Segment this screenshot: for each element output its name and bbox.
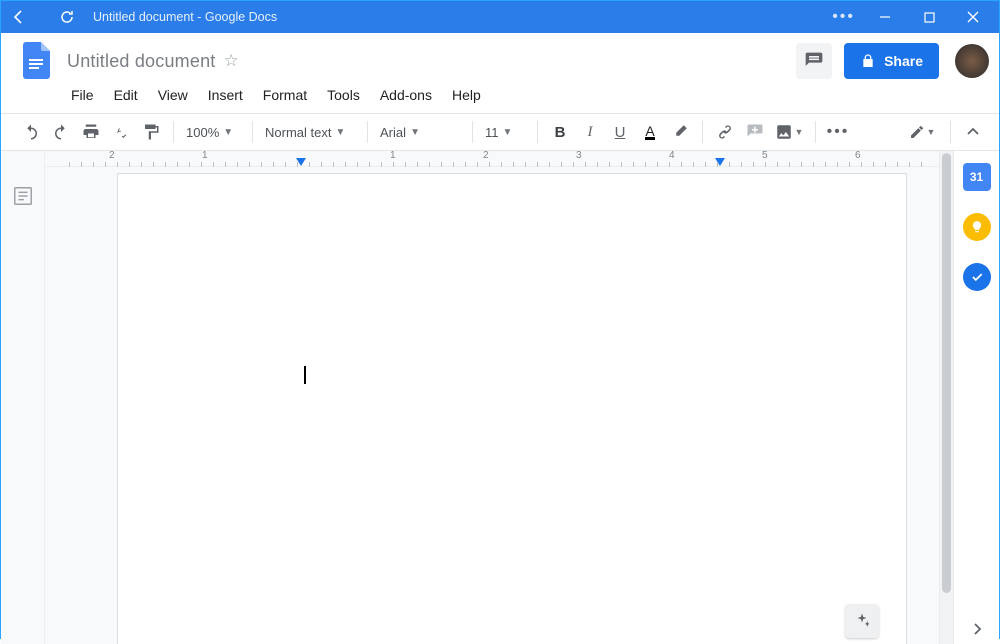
editing-mode-button[interactable]: ▼ bbox=[902, 118, 942, 146]
font-select[interactable]: Arial▼ bbox=[376, 118, 464, 146]
docs-logo-icon[interactable] bbox=[17, 41, 57, 81]
refresh-button[interactable] bbox=[53, 3, 81, 31]
add-comment-button[interactable] bbox=[741, 118, 769, 146]
document-title-input[interactable]: Untitled document bbox=[67, 51, 215, 72]
text-cursor bbox=[304, 366, 306, 384]
minimize-button[interactable] bbox=[863, 1, 907, 33]
menu-tools[interactable]: Tools bbox=[319, 83, 368, 107]
canvas-area: 2 1 1 2 3 4 5 6 bbox=[45, 151, 939, 644]
redo-button[interactable] bbox=[47, 118, 75, 146]
ruler-label: 6 bbox=[855, 151, 861, 161]
side-keep-button[interactable] bbox=[963, 213, 991, 241]
open-comments-button[interactable] bbox=[796, 43, 832, 79]
menu-file[interactable]: File bbox=[63, 83, 102, 107]
left-gutter bbox=[1, 151, 45, 644]
vertical-scrollbar[interactable] bbox=[939, 151, 953, 644]
window-titlebar: Untitled document - Google Docs ••• bbox=[1, 1, 999, 33]
maximize-button[interactable] bbox=[907, 1, 951, 33]
docs-header: Untitled document ☆ Share bbox=[1, 33, 999, 81]
font-size-select[interactable]: 11▼ bbox=[481, 118, 529, 146]
side-panel: 31 bbox=[953, 151, 999, 644]
workspace: 2 1 1 2 3 4 5 6 31 bbox=[1, 151, 999, 644]
document-page[interactable] bbox=[117, 173, 907, 644]
ruler-label: 2 bbox=[109, 151, 115, 161]
ruler-label: 2 bbox=[483, 151, 489, 161]
zoom-select[interactable]: 100%▼ bbox=[182, 118, 244, 146]
account-avatar[interactable] bbox=[955, 44, 989, 78]
ruler-label: 1 bbox=[390, 151, 396, 161]
ruler-label: 5 bbox=[762, 151, 768, 161]
star-icon[interactable]: ☆ bbox=[223, 51, 238, 71]
hide-menus-button[interactable] bbox=[959, 118, 987, 146]
side-panel-toggle[interactable] bbox=[970, 622, 984, 636]
bold-button[interactable]: B bbox=[546, 118, 574, 146]
horizontal-ruler[interactable]: 2 1 1 2 3 4 5 6 bbox=[45, 151, 939, 167]
side-calendar-button[interactable]: 31 bbox=[963, 163, 991, 191]
ruler-label: 4 bbox=[669, 151, 675, 161]
more-tools-button[interactable]: ••• bbox=[824, 118, 852, 146]
underline-button[interactable]: U bbox=[606, 118, 634, 146]
menu-edit[interactable]: Edit bbox=[106, 83, 146, 107]
undo-button[interactable] bbox=[17, 118, 45, 146]
side-tasks-button[interactable] bbox=[963, 263, 991, 291]
spellcheck-button[interactable] bbox=[107, 118, 135, 146]
ruler-label: 1 bbox=[202, 151, 208, 161]
ruler-label: 3 bbox=[576, 151, 582, 161]
scrollbar-thumb[interactable] bbox=[942, 153, 951, 593]
print-button[interactable] bbox=[77, 118, 105, 146]
insert-image-button[interactable]: ▼ bbox=[771, 118, 807, 146]
explore-button[interactable] bbox=[845, 604, 879, 638]
window-title: Untitled document - Google Docs bbox=[93, 10, 277, 24]
italic-button[interactable]: I bbox=[576, 118, 604, 146]
insert-link-button[interactable] bbox=[711, 118, 739, 146]
menu-bar: File Edit View Insert Format Tools Add-o… bbox=[1, 81, 999, 113]
back-button[interactable] bbox=[5, 3, 33, 31]
menu-addons[interactable]: Add-ons bbox=[372, 83, 440, 107]
styles-select[interactable]: Normal text▼ bbox=[261, 118, 359, 146]
text-color-button[interactable]: A bbox=[636, 118, 664, 146]
more-options-icon[interactable]: ••• bbox=[832, 8, 855, 26]
menu-view[interactable]: View bbox=[150, 83, 196, 107]
lock-icon bbox=[860, 53, 876, 69]
close-window-button[interactable] bbox=[951, 1, 995, 33]
menu-insert[interactable]: Insert bbox=[200, 83, 251, 107]
document-outline-button[interactable] bbox=[12, 185, 34, 207]
share-button[interactable]: Share bbox=[844, 43, 939, 79]
highlight-color-button[interactable] bbox=[666, 118, 694, 146]
toolbar: 100%▼ Normal text▼ Arial▼ 11▼ B I U A ▼ … bbox=[1, 113, 999, 151]
paint-format-button[interactable] bbox=[137, 118, 165, 146]
menu-help[interactable]: Help bbox=[444, 83, 489, 107]
menu-format[interactable]: Format bbox=[255, 83, 315, 107]
share-label: Share bbox=[884, 53, 923, 69]
